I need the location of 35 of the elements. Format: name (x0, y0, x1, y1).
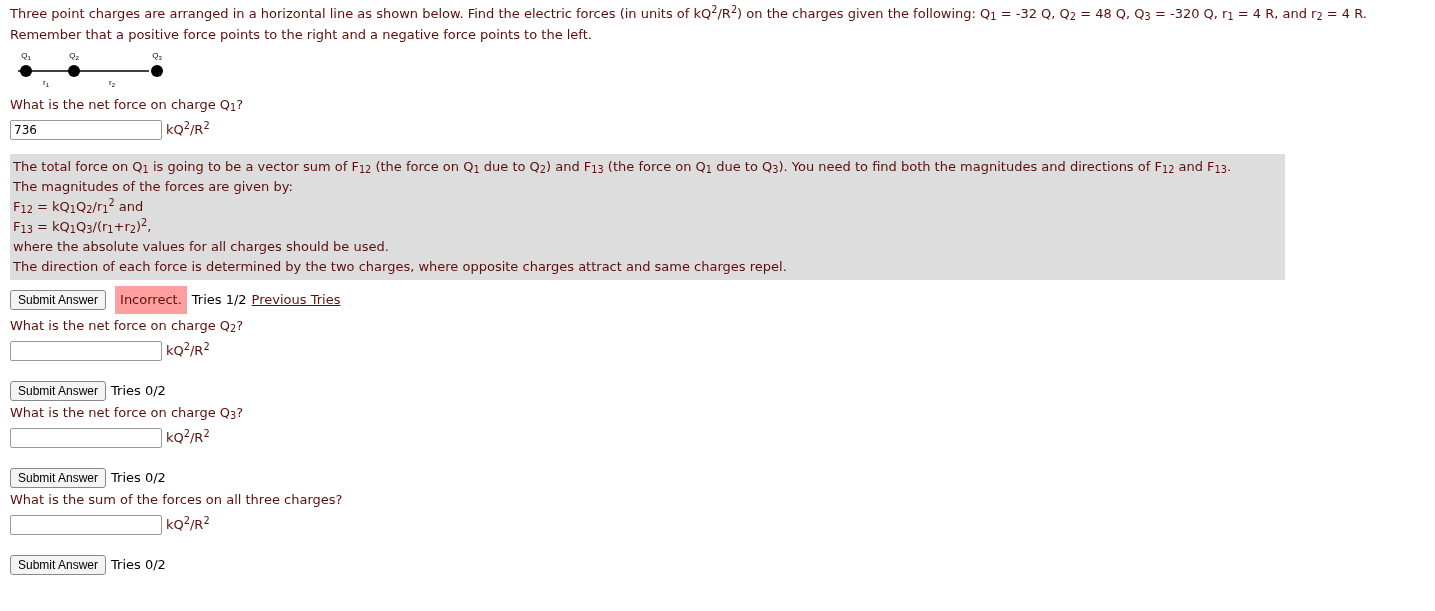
intro-text: Remember that a positive force points to the right and a negative force points to the left. (10, 26, 592, 44)
question-text: What is the net force on charge Q$_{2}$? (10, 317, 244, 335)
charge-label: Q$_{1}$ (21, 51, 31, 61)
charge-label: Q$_{2}$ (69, 51, 79, 61)
submit-button[interactable]: Submit Answer (10, 381, 107, 401)
question-text: What is the net force on charge Q$_{3}$? (10, 404, 244, 422)
answer-field[interactable] (10, 428, 162, 448)
hint-text: The magnitudes of the forces are given by: (13, 178, 293, 196)
tries-text: Tries 0/2 (111, 556, 166, 575)
status-badge: Incorrect. (115, 286, 187, 314)
hint-text: F$_{12}$ = kQ$_{1}$Q$_{2}$/r$_{1}$$^{2}$ and (13, 197, 144, 217)
unit-text: kQ$^{2}$/R$^{2}$ (166, 515, 210, 535)
distance-label: r$_{2}$ (109, 78, 115, 88)
distance-label: r$_{1}$ (43, 78, 49, 88)
unit-text: kQ$^{2}$/R$^{2}$ (166, 428, 210, 448)
previous-tries-link[interactable]: Previous Tries (251, 290, 341, 310)
unit-text: kQ$^{2}$/R$^{2}$ (166, 341, 210, 361)
tries-text: Tries 0/2 (111, 382, 166, 401)
hint-text: where the absolute values for all charges should be used. (13, 238, 389, 256)
answer-field[interactable] (10, 515, 162, 535)
hint-text: The total force on Q$_{1}$ is going to be a vector sum of F$_{12}$ (the force on Q$_{1}$ due to Q$_{2}$) and F$_{13}$ (the force on Q$_{1}$ due to Q$_{3}$). You need to find both the magnitudes and directions of F$_{12}$ and F$_{13}$. (13, 158, 1232, 177)
hint-text: The direction of each force is determined by the two charges, where opposite charges attract and same charges repel. (13, 258, 787, 276)
hint-text: F$_{13}$ = kQ$_{1}$Q$_{3}$/(r$_{1}$+r$_{2}$)$^{2}$, (13, 217, 152, 237)
answer-field[interactable] (10, 341, 162, 361)
tries-text: Tries 0/2 (111, 469, 166, 488)
submit-button[interactable]: Submit Answer (10, 468, 107, 488)
tries-text: Tries 1/2 (191, 291, 247, 310)
answer-field[interactable]: 736 (10, 120, 162, 140)
submit-button[interactable]: Submit Answer (10, 290, 107, 310)
question-text: What is the sum of the forces on all three charges? (10, 491, 343, 509)
unit-text: kQ$^{2}$/R$^{2}$ (166, 120, 210, 140)
charge-label: Q$_{3}$ (152, 51, 162, 61)
question-text: What is the net force on charge Q$_{1}$? (10, 96, 244, 114)
intro-text: Three point charges are arranged in a horizontal line as shown below. Find the electric forces (in units of kQ$^{2}$/R$^{2}$) on the charges given the following: Q$_{1}$ = -32 Q, Q$_{2}$ = 48 Q, Q$_{3}$ = -320 Q, r$_{1}$ = 4 R, and r$_{2}$ = 4 R. (10, 3, 1367, 24)
submit-button[interactable]: Submit Answer (10, 555, 107, 575)
